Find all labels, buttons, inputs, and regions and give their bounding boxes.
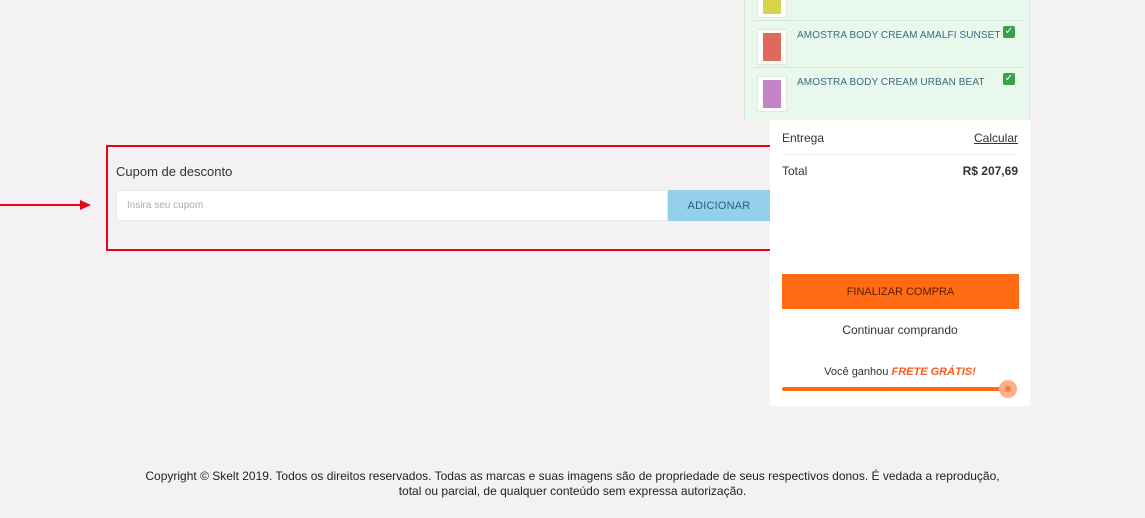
product-thumbnail	[757, 76, 787, 112]
shipping-prefix: Você ganhou	[824, 366, 889, 378]
cart-item	[753, 0, 1023, 21]
cart-item: AMOSTRA BODY CREAM AMALFI SUNSET ✓	[753, 21, 1023, 68]
product-thumbnail	[757, 29, 787, 65]
free-shipping-progress-fill	[782, 387, 1008, 391]
check-icon[interactable]: ✓	[1003, 26, 1015, 38]
delivery-row: Entrega Calcular	[782, 131, 1018, 145]
total-label: Total	[782, 164, 808, 178]
product-package-icon	[763, 80, 781, 108]
free-shipping-message: Você ganhou FRETE GRÁTIS!	[770, 366, 1030, 378]
cart-item: AMOSTRA BODY CREAM URBAN BEAT ✓	[753, 68, 1023, 114]
coupon-section: Cupom de desconto ADICIONAR	[106, 145, 772, 251]
footer-line: total ou parcial, de qualquer conteúdo s…	[398, 484, 747, 498]
footer-copyright: Copyright © Skelt 2019. Todos os direito…	[0, 469, 1145, 499]
calculate-shipping-link[interactable]: Calcular	[974, 131, 1018, 145]
check-icon[interactable]: ✓	[1003, 73, 1015, 85]
progress-knob-icon	[999, 380, 1017, 398]
cart-item-name: AMOSTRA BODY CREAM AMALFI SUNSET	[797, 30, 1001, 41]
product-thumbnail	[757, 0, 787, 18]
divider	[782, 154, 1018, 155]
delivery-label: Entrega	[782, 131, 825, 145]
order-summary: Entrega Calcular Total R$ 207,69 FINALIZ…	[770, 120, 1030, 406]
total-row: Total R$ 207,69	[782, 164, 1018, 178]
total-value: R$ 207,69	[962, 164, 1018, 178]
cart-item-name: AMOSTRA BODY CREAM URBAN BEAT	[797, 77, 985, 88]
continue-shopping-link[interactable]: Continuar comprando	[770, 323, 1030, 337]
coupon-input[interactable]	[116, 190, 668, 221]
free-shipping-highlight: FRETE GRÁTIS!	[891, 366, 976, 378]
product-package-icon	[763, 0, 781, 14]
annotation-arrow-line	[0, 204, 80, 206]
annotation-arrow-head	[80, 200, 91, 210]
product-package-icon	[763, 33, 781, 61]
footer-line: Copyright © Skelt 2019. Todos os direito…	[145, 469, 1000, 483]
add-coupon-button[interactable]: ADICIONAR	[668, 190, 770, 221]
free-shipping-progress-bar	[782, 387, 1008, 391]
finalize-purchase-button[interactable]: FINALIZAR COMPRA	[782, 274, 1019, 309]
cart-items-list: AMOSTRA BODY CREAM AMALFI SUNSET ✓ AMOST…	[744, 0, 1030, 120]
coupon-title: Cupom de desconto	[116, 164, 233, 179]
